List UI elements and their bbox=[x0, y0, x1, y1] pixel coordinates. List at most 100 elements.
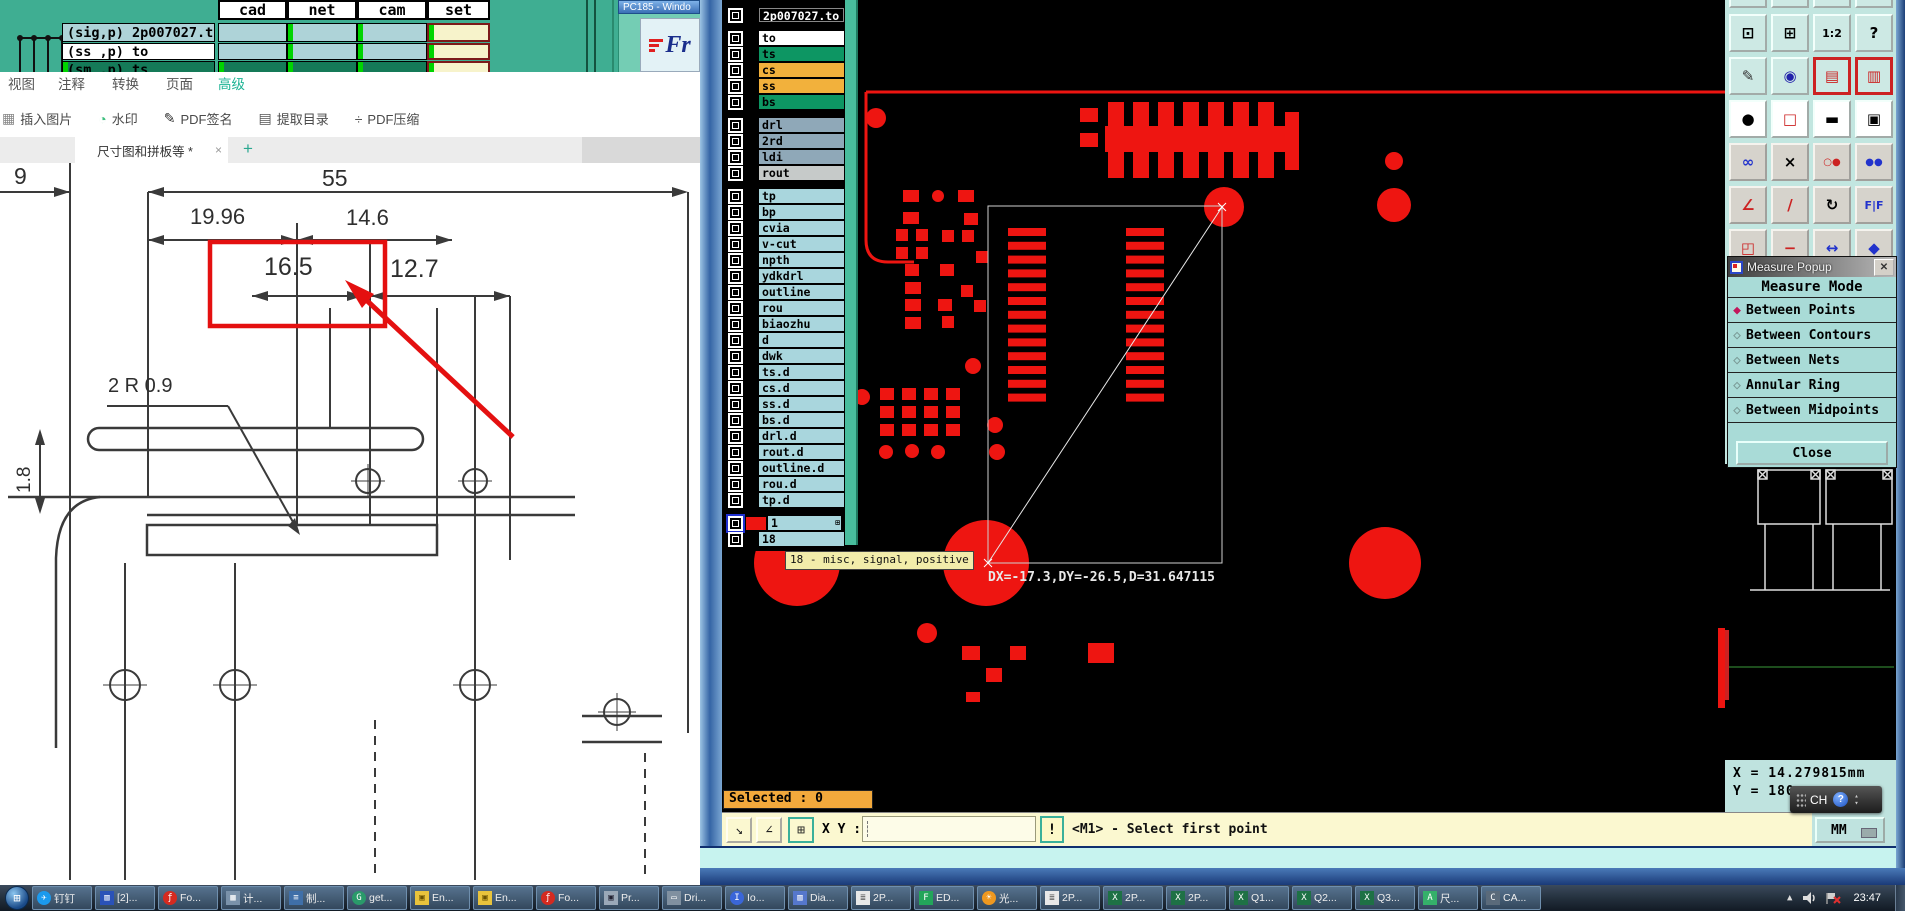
delete-icon[interactable]: × bbox=[1771, 143, 1809, 181]
layer-checkbox-rout.d[interactable] bbox=[728, 444, 743, 460]
table-cell-cad[interactable] bbox=[218, 23, 287, 42]
layers-panel-divider[interactable] bbox=[845, 0, 858, 545]
layer-row-biaozhu[interactable]: biaozhu bbox=[722, 316, 845, 332]
toolbar-button-partial-4[interactable] bbox=[1855, 0, 1893, 8]
layer-name-ss.d[interactable]: ss.d bbox=[759, 397, 844, 411]
layer-checkbox-bs.d[interactable] bbox=[728, 412, 743, 428]
layer-checkbox-tp.d[interactable] bbox=[728, 492, 743, 508]
photo-window-title[interactable]: PC185 - Windo bbox=[618, 0, 700, 14]
pdf-tool-PDF压缩[interactable]: ÷ PDF压缩 bbox=[355, 109, 420, 128]
taskbar-button-22[interactable]: X Q3... bbox=[1355, 886, 1415, 910]
dialog-close-icon[interactable]: ✕ bbox=[1874, 258, 1894, 276]
layer-name-npth[interactable]: npth bbox=[759, 253, 844, 267]
taskbar-button-23[interactable]: A 尺... bbox=[1418, 886, 1478, 910]
layer-row-cs.d[interactable]: cs.d bbox=[722, 380, 845, 396]
zoom-pan-icon[interactable]: ⊞ bbox=[1771, 14, 1809, 52]
taskbar-button-2[interactable]: ▥ [2]... bbox=[95, 886, 155, 910]
taskbar-button-1[interactable]: ✈ 钉钉 bbox=[32, 886, 92, 910]
layer-row-2rd[interactable]: 2rd bbox=[722, 133, 845, 149]
table-cell-cam[interactable] bbox=[357, 23, 427, 42]
taskbar-button-21[interactable]: X Q2... bbox=[1292, 886, 1352, 910]
layer-name-cs[interactable]: cs bbox=[759, 63, 844, 77]
taskbar-button-4[interactable]: ▦ 计... bbox=[221, 886, 281, 910]
pdf-drawing-canvas[interactable]: 9 55 19.96 14.6 16.5 12.7 2 R 0.9 1.8 bbox=[0, 163, 582, 885]
layer-name-1[interactable]: 1 ⊞ bbox=[768, 516, 841, 530]
pdf-menu-1[interactable]: 视图 bbox=[8, 72, 35, 100]
layer-name-rout[interactable]: rout bbox=[759, 166, 844, 180]
layer-checkbox-cs[interactable] bbox=[728, 62, 743, 78]
measure-option-between-midpoints[interactable]: ◇ Between Midpoints bbox=[1728, 398, 1896, 423]
layer-row-ss.d[interactable]: ss.d bbox=[722, 396, 845, 412]
pdf-tool-PDF签名[interactable]: ✎ PDF签名 bbox=[164, 109, 233, 128]
ime-help-icon[interactable]: ? bbox=[1833, 792, 1849, 807]
network-icon[interactable] bbox=[1826, 891, 1842, 905]
toolbar-button-partial-2[interactable] bbox=[1771, 0, 1809, 8]
rotate-icon[interactable]: ↻ bbox=[1813, 186, 1851, 224]
layer-name-cvia[interactable]: cvia bbox=[759, 221, 844, 235]
zoom-ratio-icon[interactable]: 1:2 bbox=[1813, 14, 1851, 52]
help-icon[interactable]: ? bbox=[1855, 14, 1893, 52]
layer-stack-b-icon[interactable]: ▥ bbox=[1855, 57, 1893, 95]
layer-name-ts[interactable]: ts bbox=[759, 47, 844, 61]
taskbar-button-15[interactable]: F ED... bbox=[914, 886, 974, 910]
layer-checkbox-drl[interactable] bbox=[728, 117, 743, 133]
table-cell-set[interactable] bbox=[427, 43, 490, 60]
layer-checkbox-v-cut[interactable] bbox=[728, 236, 743, 252]
table-cell-net[interactable] bbox=[287, 23, 357, 42]
layer-name-rout.d[interactable]: rout.d bbox=[759, 445, 844, 459]
layer-row-rou[interactable]: rou bbox=[722, 300, 845, 316]
layer-row-drl[interactable]: drl bbox=[722, 117, 845, 133]
layer-row-rou.d[interactable]: rou.d bbox=[722, 476, 845, 492]
close-button[interactable]: Close bbox=[1736, 441, 1888, 465]
pdf-menu-4[interactable]: 页面 bbox=[166, 72, 193, 100]
layer-row-npth[interactable]: npth bbox=[722, 252, 845, 268]
outline-edit-icon[interactable]: □ bbox=[1771, 100, 1809, 138]
layer-checkbox-2rd[interactable] bbox=[728, 133, 743, 149]
layer-checkbox-cvia[interactable] bbox=[728, 220, 743, 236]
layer-name-bp[interactable]: bp bbox=[759, 205, 844, 219]
units-button[interactable]: MM bbox=[1815, 817, 1885, 843]
measure-popup-titlebar[interactable]: Measure Popup ✕ bbox=[1728, 257, 1896, 277]
layer-row-drl.d[interactable]: drl.d bbox=[722, 428, 845, 444]
new-tab-icon[interactable]: + bbox=[243, 139, 253, 159]
table-cell-net[interactable] bbox=[287, 61, 357, 72]
mirror-icon[interactable]: F|F bbox=[1855, 186, 1893, 224]
measure-option-between-nets[interactable]: ◇ Between Nets bbox=[1728, 348, 1896, 373]
layer-row-d[interactable]: d bbox=[722, 332, 845, 348]
layer-row-ydkdrl[interactable]: ydkdrl bbox=[722, 268, 845, 284]
volume-icon[interactable] bbox=[1802, 891, 1816, 905]
layer-checkbox-dwk[interactable] bbox=[728, 348, 743, 364]
layer-checkbox-ss.d[interactable] bbox=[728, 396, 743, 412]
layer-name-2p007027.to[interactable]: 2p007027.to bbox=[759, 8, 844, 22]
pdf-tool-水印[interactable]: ◔ 水印 bbox=[98, 109, 137, 128]
layer-checkbox-18[interactable] bbox=[728, 531, 743, 547]
taskbar-button-7[interactable]: ▣ En... bbox=[410, 886, 470, 910]
table-cell-net[interactable] bbox=[287, 43, 357, 60]
layer-name-cs.d[interactable]: cs.d bbox=[759, 381, 844, 395]
layer-row-ts[interactable]: ts bbox=[722, 46, 845, 62]
net-links-icon[interactable]: ∞ bbox=[1729, 143, 1767, 181]
layer-row-rout.d[interactable]: rout.d bbox=[722, 444, 845, 460]
pdf-menu-3[interactable]: 转换 bbox=[112, 72, 139, 100]
taskbar-button-16[interactable]: ☀ 光... bbox=[977, 886, 1037, 910]
ime-mode-label[interactable]: CH bbox=[1810, 793, 1827, 807]
tool-settings-icon[interactable]: ✎ bbox=[1729, 57, 1767, 95]
layer-row-cs[interactable]: cs bbox=[722, 62, 845, 78]
layer-checkbox-1[interactable] bbox=[726, 513, 745, 533]
layer-row-bp[interactable]: bp bbox=[722, 204, 845, 220]
layer-name-rou[interactable]: rou bbox=[759, 301, 844, 315]
layer-row-ss[interactable]: ss bbox=[722, 78, 845, 94]
layer-name-outline[interactable]: outline bbox=[759, 285, 844, 299]
measure-closed-icon[interactable]: ●● bbox=[1855, 143, 1893, 181]
layer-row-dwk[interactable]: dwk bbox=[722, 348, 845, 364]
layer-name-tp.d[interactable]: tp.d bbox=[759, 493, 844, 507]
taskbar-button-8[interactable]: ▣ En... bbox=[473, 886, 533, 910]
layer-name-18[interactable]: 18 bbox=[759, 532, 844, 546]
layer-name-bs[interactable]: bs bbox=[759, 95, 844, 109]
layer-row-bs[interactable]: bs bbox=[722, 94, 845, 110]
taskbar-button-6[interactable]: Gget... bbox=[347, 886, 407, 910]
layer-name-biaozhu[interactable]: biaozhu bbox=[759, 317, 844, 331]
layer-row-1[interactable]: 1 ⊞ bbox=[722, 513, 845, 533]
xy-coordinate-input[interactable] bbox=[862, 816, 1036, 842]
table-cell-cad[interactable] bbox=[218, 61, 287, 72]
